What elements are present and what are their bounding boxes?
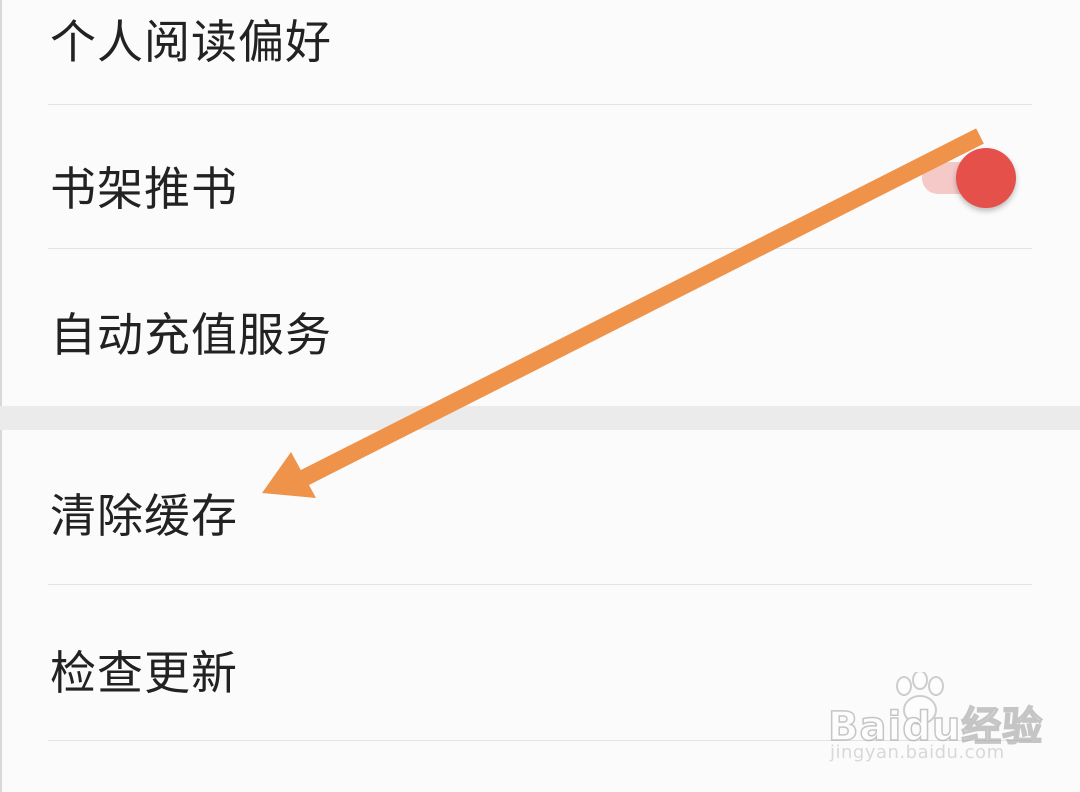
settings-item-bookshelf-recommend: 书架推书 xyxy=(0,105,1080,248)
bookshelf-recommend-toggle[interactable] xyxy=(920,148,1020,208)
toggle-knob xyxy=(956,148,1016,208)
settings-item-label: 检查更新 xyxy=(50,646,238,700)
settings-item-reading-preference[interactable]: 个人阅读偏好 xyxy=(0,0,1080,104)
settings-item-label: 书架推书 xyxy=(50,162,238,216)
settings-item-label: 清除缓存 xyxy=(50,489,238,543)
settings-item-auto-recharge[interactable]: 自动充值服务 xyxy=(0,249,1080,406)
settings-item-clear-cache[interactable]: 清除缓存 xyxy=(0,430,1080,584)
watermark: Baidu经验 jingyan.baidu.com xyxy=(827,672,1043,772)
settings-item-label: 自动充值服务 xyxy=(50,308,332,362)
section-separator xyxy=(0,406,1080,430)
settings-item-label: 个人阅读偏好 xyxy=(50,15,332,69)
watermark-url: jingyan.baidu.com xyxy=(830,742,1005,763)
settings-screen: 个人阅读偏好 书架推书 自动充值服务 清除缓存 检查更新 Baidu经验 jin… xyxy=(0,0,1080,792)
